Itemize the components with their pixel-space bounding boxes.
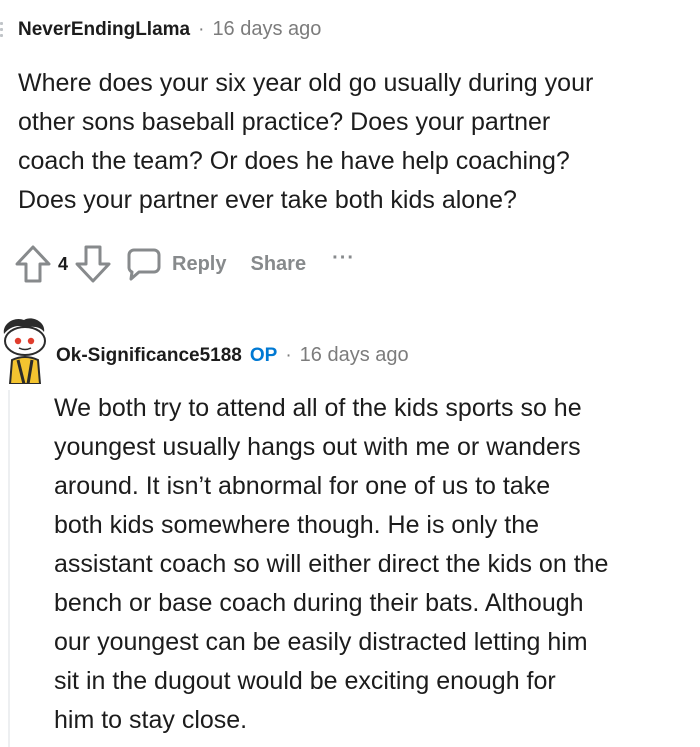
downvote-arrow-icon[interactable] [74, 244, 112, 284]
thread-collapse-handle[interactable] [0, 22, 4, 38]
comment-line: We both try to attend all of the kids sp… [54, 394, 582, 422]
snoo-avatar-icon[interactable] [0, 316, 52, 385]
comment-line: Where does your six year old go usually … [18, 69, 594, 97]
comment-line: Does your partner ever take both kids al… [18, 186, 517, 214]
reply-label: Reply [172, 252, 227, 275]
vote-count: 4 [58, 253, 69, 274]
comment-author[interactable]: NeverEndingLlama [18, 19, 190, 41]
comment-line: sit in the dugout would be exciting enou… [54, 667, 556, 695]
comment-line: bench or base coach during their bats. A… [54, 589, 584, 617]
comment-author[interactable]: Ok-Significance5188 [56, 345, 242, 367]
more-options-button[interactable]: ··· [332, 247, 355, 270]
comment-timestamp[interactable]: 16 days ago [212, 18, 321, 41]
comment-line: coach the team? Or does he have help coa… [18, 147, 570, 175]
speech-bubble-icon [126, 246, 162, 282]
comment-line: around. It isn’t abnormal for one of us … [54, 472, 551, 500]
comment-timestamp[interactable]: 16 days ago [300, 344, 409, 367]
comment-line: both kids somewhere though. He is only t… [54, 511, 539, 539]
op-badge: OP [249, 345, 278, 366]
meta-separator: · [198, 19, 205, 40]
comment-line: our youngest can be easily distracted le… [54, 628, 588, 656]
meta-separator: · [285, 345, 292, 366]
comment-body: Where does your six year old go usually … [18, 64, 593, 220]
comment-line: assistant coach so will either direct th… [54, 550, 609, 578]
comment-line: him to stay close. [54, 706, 248, 734]
thread-line[interactable] [8, 390, 10, 747]
comment-actions: 4 Reply Share ··· [14, 242, 355, 286]
share-button[interactable]: Share [250, 253, 306, 276]
reply-button[interactable]: Reply [126, 246, 226, 282]
comment-body: We both try to attend all of the kids sp… [54, 389, 608, 740]
comment-line: other sons baseball practice? Does your … [18, 108, 551, 136]
upvote-arrow-icon[interactable] [14, 244, 52, 284]
comment-line: youngest usually hangs out with me or wa… [54, 433, 581, 461]
comment-meta: NeverEndingLlama · 16 days ago [18, 18, 321, 41]
comment-meta: Ok-Significance5188 OP · 16 days ago [56, 344, 409, 367]
